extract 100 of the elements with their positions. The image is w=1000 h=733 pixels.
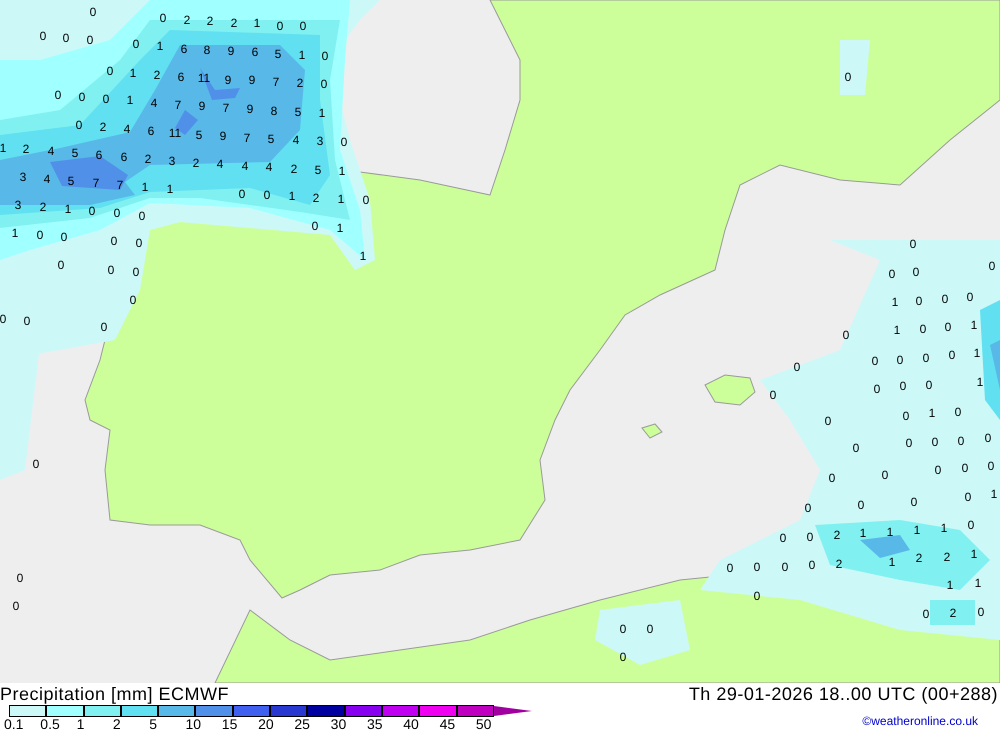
precipitation-value: 0 [804,502,812,514]
precipitation-value: 0 [362,194,370,206]
scale-label: 40 [403,716,419,732]
precipitation-value: 0 [130,294,136,306]
precipitation-value: 0 [32,458,40,470]
precipitation-value: 0 [76,119,82,131]
precipitation-value: 0 [902,410,910,422]
credit-link[interactable]: ©weatheronline.co.uk [862,714,978,728]
precipitation-value: 0 [906,437,912,449]
scale-label: 30 [330,716,346,732]
precipitation-value: 0 [900,380,906,392]
precipitation-value: 1 [12,227,18,239]
precipitation-value: 9 [228,45,234,57]
precipitation-value: 3 [168,155,176,167]
precipitation-value: 0 [780,532,786,544]
scale-label: 25 [294,716,310,732]
scale-label: 50 [476,716,492,732]
scale-label: 1 [76,716,84,732]
precipitation-value: 1 [888,556,896,568]
precipitation-value: 0 [86,34,94,46]
precipitation-value: 2 [206,15,214,27]
precipitation-value: 1 [288,190,296,202]
precipitation-value: 0 [794,361,800,373]
precipitation-value: 0 [872,355,878,367]
precipitation-value: 1 [336,222,344,234]
precipitation-value: 0 [322,50,328,62]
precipitation-value: 5 [274,48,282,60]
precipitation-value: 0 [926,379,932,391]
precipitation-value: 0 [770,389,776,401]
precipitation-value: 7 [244,132,250,144]
precipitation-value: 9 [220,130,226,142]
precipitation-value: 0 [842,329,850,341]
precipitation-value: 1 [892,296,898,308]
precipitation-value: 0 [88,205,96,217]
precipitation-value: 3 [20,171,26,183]
precipitation-value: 0 [276,20,284,32]
precipitation-value: 9 [246,103,254,115]
precipitation-value: 0 [110,235,118,247]
precipitation-value: 0 [852,442,860,454]
precipitation-value: 4 [150,97,158,109]
precipitation-value: 0 [782,561,788,573]
precipitation-value: 0 [78,91,86,103]
precipitation-value: 0 [24,315,30,327]
precipitation-value: 1 [974,347,980,359]
precipitation-value: 6 [178,71,184,83]
precipitation-value: 4 [292,134,300,146]
precipitation-value: 6 [148,125,154,137]
precipitation-value: 0 [114,207,120,219]
precipitation-value: 1 [254,17,260,29]
precipitation-value: 2 [22,143,30,155]
precipitation-value: 0 [100,321,108,333]
precipitation-value: 0 [132,38,140,50]
precipitation-value: 9 [198,100,206,112]
precipitation-value: 1 [298,49,306,61]
precipitation-value: 1 [360,250,366,262]
precipitation-value: 0 [910,496,918,508]
precipitation-value: 0 [910,238,916,250]
precipitation-value: 2 [184,14,190,26]
precipitation-value: 2 [230,17,238,29]
precipitation-value: 7 [116,179,124,191]
precipitation-value: 1 [126,94,134,106]
precipitation-value: 0 [966,291,974,303]
precipitation-value: 0 [934,464,942,476]
precipitation-value: 0 [882,469,888,481]
precipitation-value: 5 [196,129,202,141]
precipitation-value: 5 [294,106,302,118]
scale-label: 35 [366,716,383,732]
precipitation-value: 1 [990,488,998,500]
valid-time: Th 29-01-2026 18..00 UTC (00+288) [688,684,998,704]
scale-label: 10 [185,716,202,732]
precipitation-value: 9 [224,74,232,86]
precipitation-value: 0 [106,65,114,77]
precipitation-value: 1 [914,524,920,536]
precipitation-value: 2 [296,77,304,89]
precipitation-value: 2 [40,201,46,213]
precipitation-value: 0 [942,293,948,305]
precipitation-value: 1 [338,165,346,177]
precipitation-value: 4 [44,173,50,185]
precipitation-value: 9 [248,74,256,86]
scale-label: 5 [149,716,157,732]
precipitation-value: 1 [886,526,894,538]
precipitation-value: 0 [90,6,96,18]
precipitation-value: 0 [36,229,44,241]
precipitation-value: 0 [920,323,926,335]
precipitation-value: 7 [92,177,100,189]
precipitation-value: 0 [978,606,984,618]
precipitation-value: 0 [808,559,816,571]
precipitation-value: 0 [620,651,626,663]
precipitation-value: 0 [754,561,760,573]
precipitation-value: 0 [108,264,114,276]
precipitation-value: 5 [68,175,74,187]
precipitation-value: 0 [62,32,70,44]
precipitation-value: 8 [204,44,210,56]
scale-label: 45 [440,716,456,732]
scale-label: 15 [222,716,238,732]
precipitation-value: 0 [888,268,896,280]
precipitation-value: 0 [824,415,832,427]
precipitation-value: 0 [754,590,760,602]
precipitation-value: 1 [0,142,6,154]
precipitation-value: 0 [646,623,654,635]
